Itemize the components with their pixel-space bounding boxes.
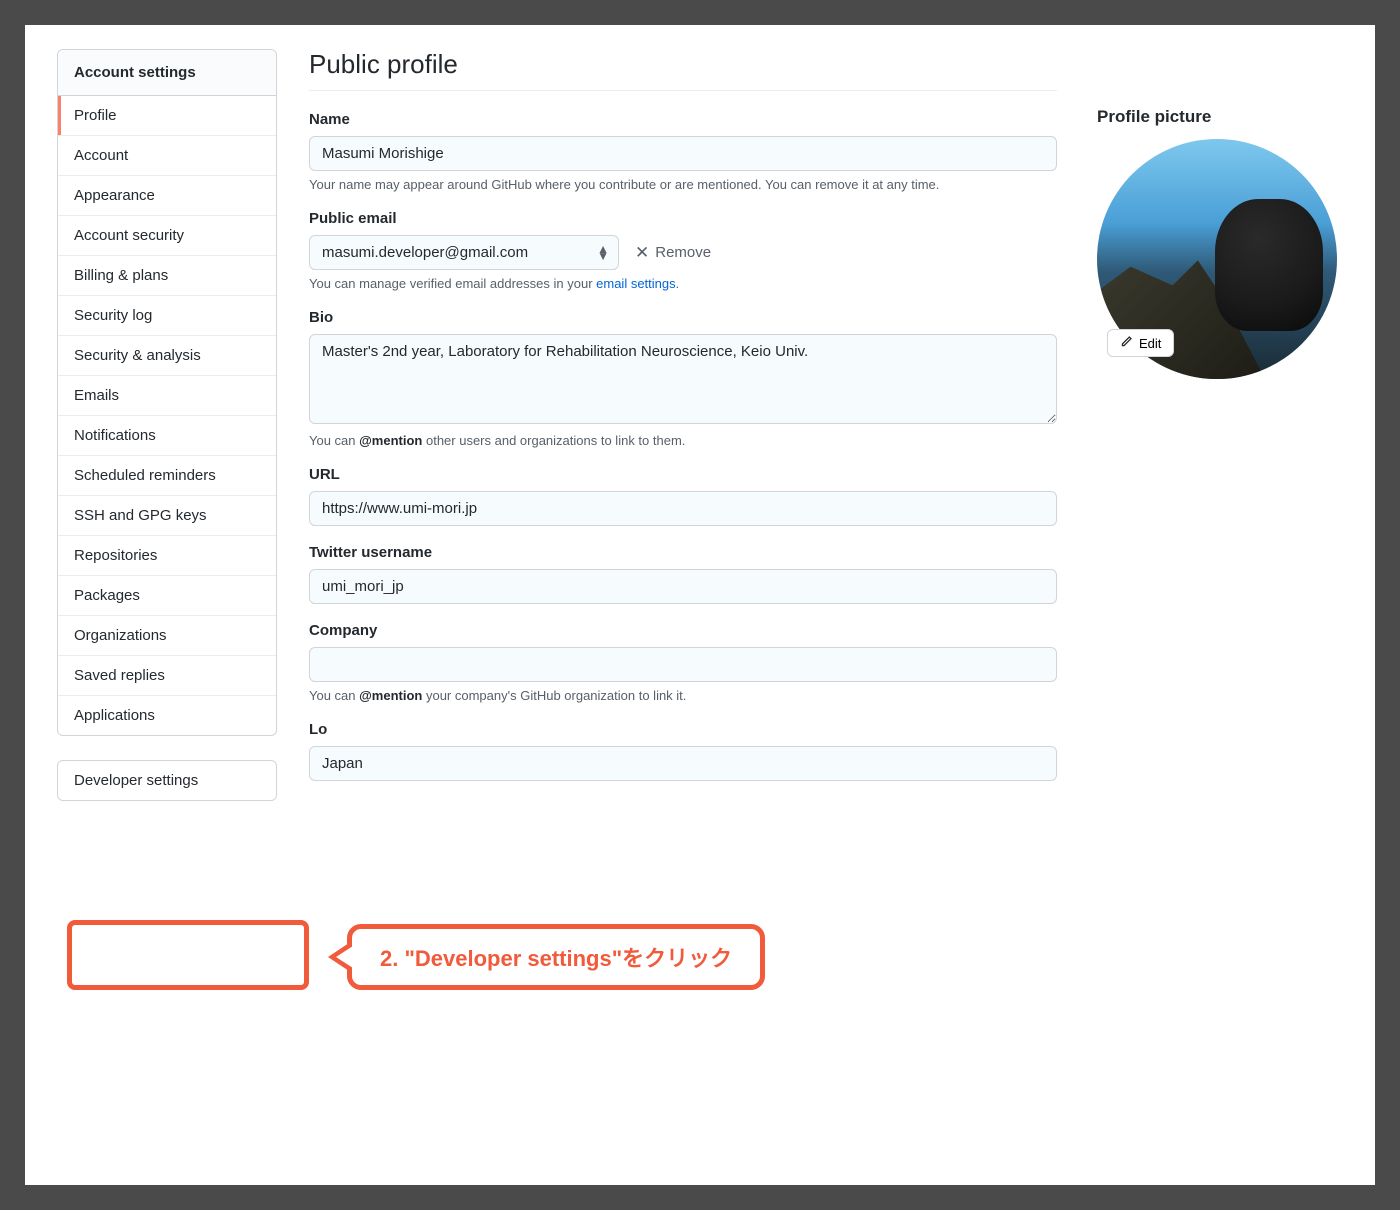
sidebar-item-profile[interactable]: Profile (58, 96, 276, 136)
sidebar-item-notifications[interactable]: Notifications (58, 416, 276, 456)
twitter-input[interactable] (309, 569, 1057, 604)
sidebar-item-account[interactable]: Account (58, 136, 276, 176)
account-settings-menu: Account settings Profile Account Appeara… (57, 49, 277, 736)
company-label: Company (309, 622, 1057, 639)
bio-label: Bio (309, 309, 1057, 326)
page-title: Public profile (309, 49, 1057, 91)
sidebar-item-emails[interactable]: Emails (58, 376, 276, 416)
sidebar-item-account-security[interactable]: Account security (58, 216, 276, 256)
email-select[interactable]: masumi.developer@gmail.com (309, 235, 619, 270)
sidebar-item-packages[interactable]: Packages (58, 576, 276, 616)
sidebar-item-repositories[interactable]: Repositories (58, 536, 276, 576)
company-input[interactable] (309, 647, 1057, 682)
url-input[interactable] (309, 491, 1057, 526)
sidebar-item-developer-settings[interactable]: Developer settings (58, 761, 276, 800)
email-settings-link[interactable]: email settings (596, 276, 675, 291)
sidebar-item-appearance[interactable]: Appearance (58, 176, 276, 216)
email-label: Public email (309, 210, 1057, 227)
name-note: Your name may appear around GitHub where… (309, 177, 1057, 192)
sidebar-item-scheduled-reminders[interactable]: Scheduled reminders (58, 456, 276, 496)
edit-label: Edit (1139, 336, 1161, 351)
location-label: Lo (309, 721, 1057, 738)
annotation-highlight (67, 920, 309, 990)
pencil-icon (1120, 335, 1133, 351)
annotation-callout: 2. "Developer settings"をクリック (347, 924, 765, 990)
close-icon: ✕ (635, 244, 649, 261)
sidebar-header: Account settings (58, 50, 276, 96)
email-note: You can manage verified email addresses … (309, 276, 1057, 291)
profile-picture-heading: Profile picture (1097, 107, 1337, 127)
sidebar-item-billing[interactable]: Billing & plans (58, 256, 276, 296)
remove-email-button[interactable]: ✕ Remove (635, 244, 711, 261)
sidebar: Account settings Profile Account Appeara… (57, 49, 277, 801)
remove-label: Remove (655, 244, 711, 261)
sidebar-item-security-analysis[interactable]: Security & analysis (58, 336, 276, 376)
sidebar-item-saved-replies[interactable]: Saved replies (58, 656, 276, 696)
sidebar-item-organizations[interactable]: Organizations (58, 616, 276, 656)
name-label: Name (309, 111, 1057, 128)
sidebar-item-ssh-gpg-keys[interactable]: SSH and GPG keys (58, 496, 276, 536)
twitter-label: Twitter username (309, 544, 1057, 561)
sidebar-item-security-log[interactable]: Security log (58, 296, 276, 336)
url-label: URL (309, 466, 1057, 483)
company-note: You can @mention your company's GitHub o… (309, 688, 1057, 703)
bio-note: You can @mention other users and organiz… (309, 433, 1057, 448)
edit-avatar-button[interactable]: Edit (1107, 329, 1174, 357)
sidebar-item-applications[interactable]: Applications (58, 696, 276, 735)
developer-settings-menu: Developer settings (57, 760, 277, 801)
name-input[interactable] (309, 136, 1057, 171)
location-input[interactable] (309, 746, 1057, 781)
bio-textarea[interactable]: Master's 2nd year, Laboratory for Rehabi… (309, 334, 1057, 424)
